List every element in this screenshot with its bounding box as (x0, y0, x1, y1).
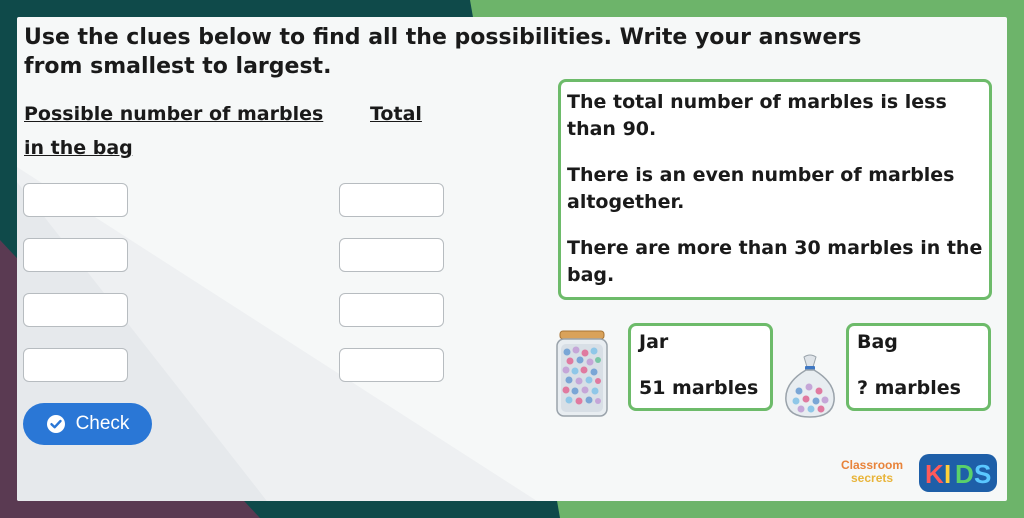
svg-text:S: S (974, 459, 991, 489)
instruction-text: Use the clues below to find all the poss… (24, 25, 862, 79)
total-answer-input-4[interactable] (339, 348, 444, 382)
svg-text:D: D (955, 459, 974, 489)
classroom-secrets-kids-logo: Classroom secrets K I D S (841, 454, 997, 492)
total-answer-input-1[interactable] (339, 183, 444, 217)
marble-bag-image (785, 354, 835, 418)
jar-info-box: Jar 51 marbles (628, 323, 773, 411)
column-label-total: Total (370, 103, 422, 125)
activity-card: Use the clues below to find all the poss… (17, 17, 1007, 501)
column-label-marbles: Possible number of marbles in the bag (24, 103, 324, 159)
jar-title: Jar (639, 331, 669, 353)
jar-marble-count: 51 marbles (639, 377, 759, 399)
total-answer-input-3[interactable] (339, 293, 444, 327)
marbles-answer-input-2[interactable] (23, 238, 128, 272)
check-circle-icon (46, 415, 65, 433)
svg-text:K: K (925, 459, 944, 489)
check-button-label: Check (75, 413, 130, 434)
bag-info-box: Bag ? marbles (846, 323, 991, 411)
total-answer-input-2[interactable] (339, 238, 444, 272)
marbles-answer-input-3[interactable] (23, 293, 128, 327)
svg-text:Classroom: Classroom (841, 458, 903, 472)
svg-text:secrets: secrets (851, 471, 893, 485)
clue-text-2: There is an even number of marbles altog… (567, 164, 955, 213)
bag-marble-count: ? marbles (857, 377, 961, 399)
bag-title: Bag (857, 331, 898, 353)
clue-text-1: The total number of marbles is less than… (567, 91, 947, 140)
marbles-answer-input-1[interactable] (23, 183, 128, 217)
marble-jar-image (556, 330, 608, 417)
clues-box: The total number of marbles is less than… (558, 79, 992, 300)
check-button[interactable]: Check (23, 403, 152, 445)
marbles-answer-input-4[interactable] (23, 348, 128, 382)
svg-text:I: I (944, 459, 951, 489)
clue-text-3: There are more than 30 marbles in the ba… (567, 237, 983, 286)
